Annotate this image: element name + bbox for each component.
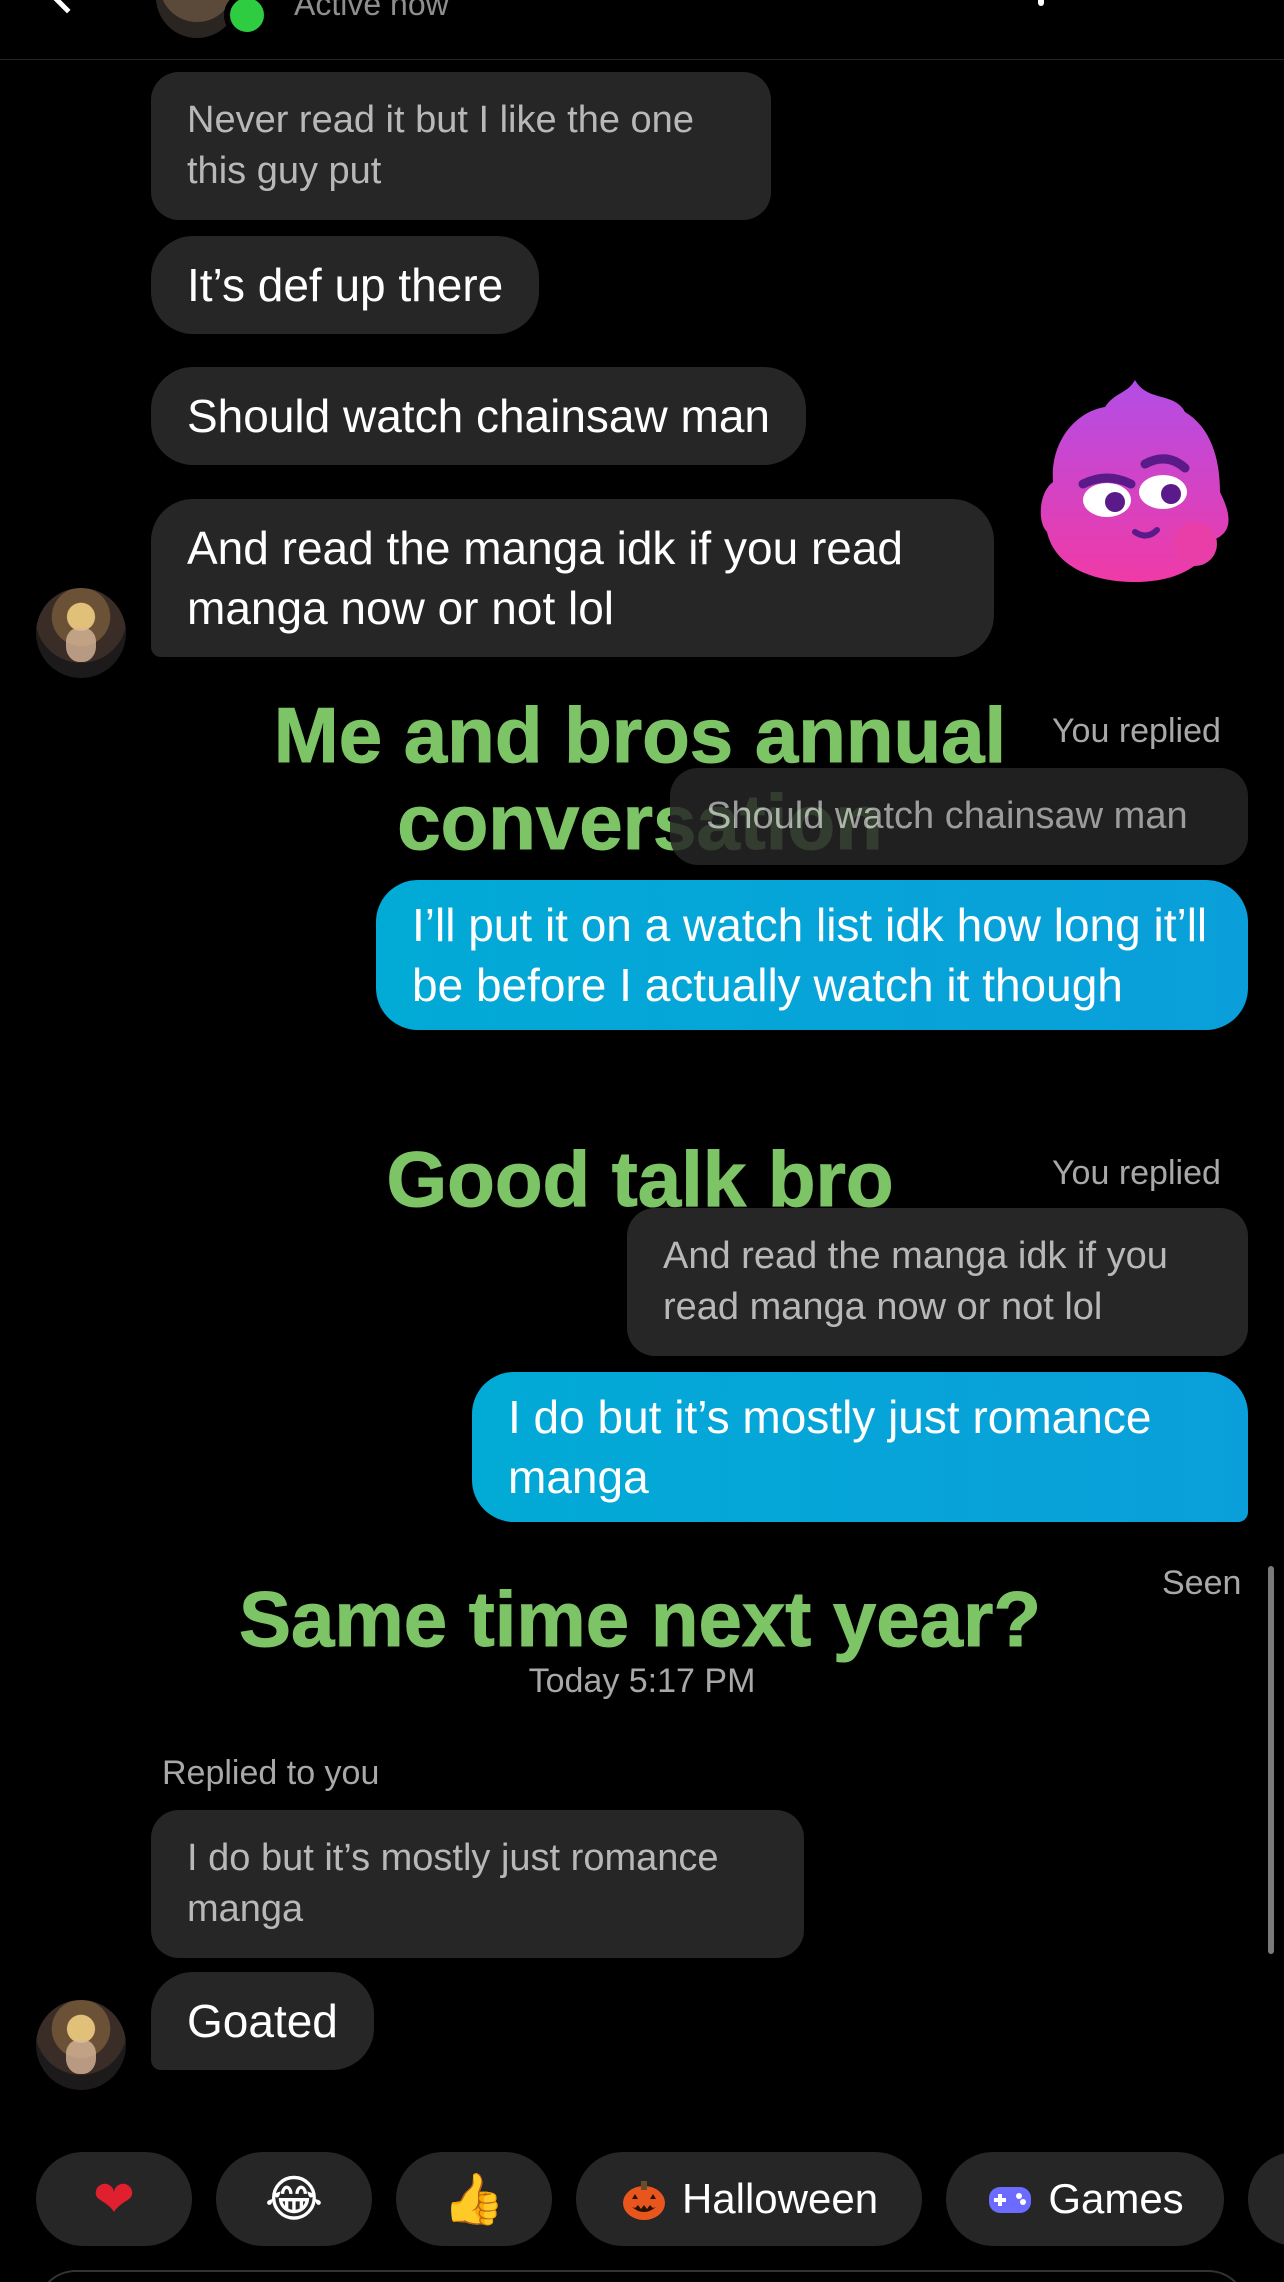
reply-quote[interactable]: And read the manga idk if you read manga… <box>627 1208 1248 1356</box>
reply-quote[interactable]: I do but it’s mostly just romance manga <box>151 1810 804 1958</box>
message-bubble-sent[interactable]: I’ll put it on a watch list idk how long… <box>376 880 1248 1030</box>
call-icon[interactable] <box>1038 0 1044 6</box>
active-status: Active now <box>294 0 449 22</box>
quick-reply-more[interactable] <box>1248 2152 1284 2246</box>
seen-indicator: Seen <box>1162 1564 1242 1602</box>
jack-o-lantern-icon <box>622 2181 665 2220</box>
timestamp: Today 5:17 PM <box>528 1662 756 1700</box>
thumbs-up-emoji-icon: 👍 <box>442 2171 506 2227</box>
message-bubble[interactable]: And read the manga idk if you read manga… <box>151 499 994 657</box>
quick-reply-thumbs-up[interactable]: 👍 <box>396 2152 552 2246</box>
sender-avatar[interactable] <box>36 2000 126 2090</box>
heart-emoji-icon: ❤ <box>93 2171 135 2227</box>
reply-quote[interactable]: Should watch chainsaw man <box>670 768 1248 865</box>
quick-reply-halloween[interactable]: Halloween <box>576 2152 922 2246</box>
message-bubble-sent[interactable]: I do but it’s mostly just romance manga <box>472 1372 1248 1522</box>
online-indicator <box>224 0 270 38</box>
purple-blob-sticker[interactable] <box>1035 372 1235 592</box>
caption-overlay: Same time next year? <box>238 1575 1042 1664</box>
laughing-emoji-icon: 😂 <box>264 2171 324 2227</box>
message-input[interactable] <box>36 2270 1248 2282</box>
reply-label: You replied <box>1052 712 1221 750</box>
message-bubble[interactable]: Goated <box>151 1972 374 2070</box>
back-arrow-icon[interactable] <box>48 0 86 14</box>
reply-label: Replied to you <box>162 1754 380 1792</box>
quick-reply-label: Halloween <box>681 2175 879 2222</box>
chat-header: Active now <box>0 0 1284 60</box>
reply-label: You replied <box>1052 1154 1221 1192</box>
dm-thread: Active now Never read it but I like the … <box>0 0 1284 2282</box>
quick-reply-laugh[interactable]: 😂 <box>216 2152 372 2246</box>
quick-reply-heart[interactable]: ❤ <box>36 2152 192 2246</box>
message-bubble[interactable]: It’s def up there <box>151 236 540 334</box>
quick-reply-label: Games <box>1048 2175 1184 2222</box>
sender-avatar[interactable] <box>36 588 126 678</box>
message-bubble[interactable]: Never read it but I like the one this gu… <box>151 72 771 220</box>
gamepad-icon <box>989 2187 1032 2213</box>
scrollbar[interactable] <box>1268 1566 1274 1954</box>
quick-reply-games[interactable]: Games <box>946 2152 1224 2246</box>
message-bubble[interactable]: Should watch chainsaw man <box>151 367 806 465</box>
